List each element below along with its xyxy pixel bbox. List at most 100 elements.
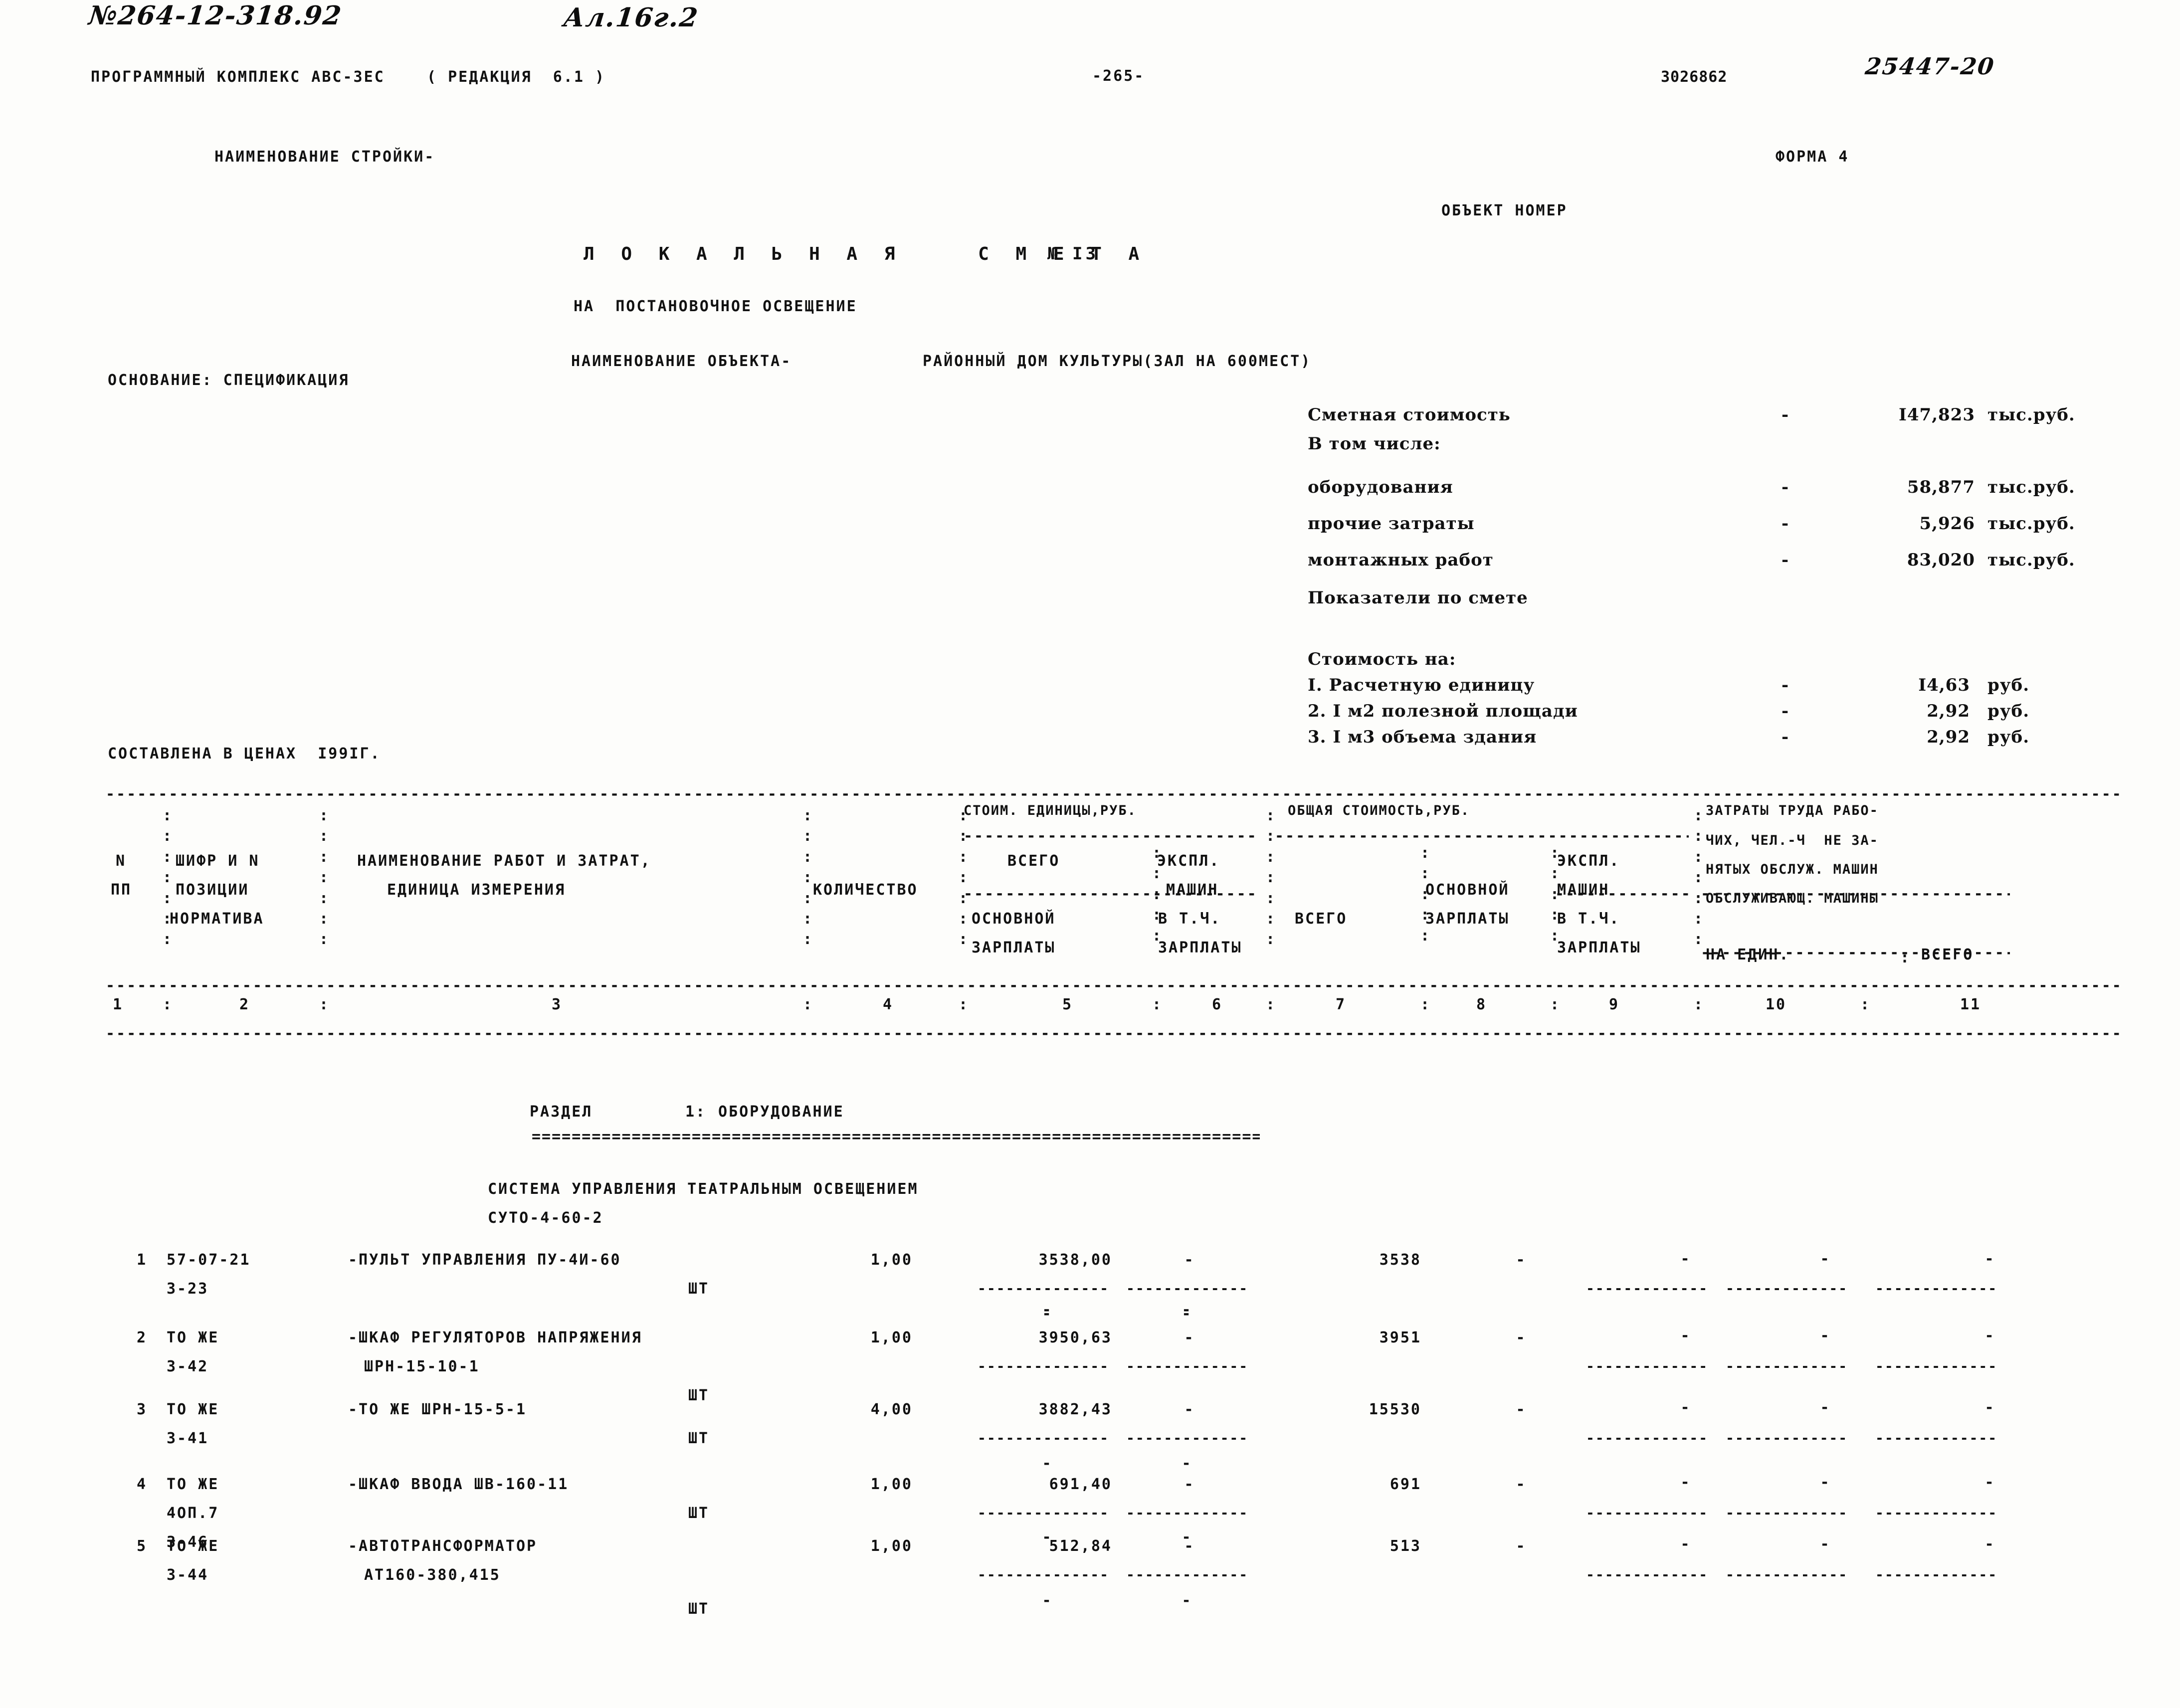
row-0-total: 3538 bbox=[1379, 1251, 1421, 1269]
summary-dash-0: - bbox=[1782, 405, 1789, 425]
summary-value-2: 58,877 bbox=[1907, 477, 1975, 497]
row-1-unit: ШТ bbox=[688, 1387, 710, 1404]
group-header-unit-cost: СТОИМ. ЕДИНИЦЫ,РУБ. bbox=[964, 803, 1137, 818]
row-4-code2: 3-44 bbox=[167, 1566, 209, 1584]
row-4-unit-cost-mach: - bbox=[1184, 1537, 1195, 1555]
header-col5-line2: ОСНОВНОЙ bbox=[972, 910, 1056, 928]
header-col9-line1: ЭКСПЛ. bbox=[1557, 852, 1620, 870]
colnum-sep-9: : bbox=[1694, 996, 1703, 1013]
row-1-dash-mach: ------------- bbox=[1126, 1358, 1249, 1374]
section-rule: ========================================… bbox=[532, 1130, 1260, 1144]
handwritten-doc-number: №264-12-318.92 bbox=[87, 0, 344, 31]
row-2-dash-lab3: ------------- bbox=[1875, 1430, 1998, 1446]
colnum-10: 10 bbox=[1766, 996, 1787, 1013]
header-col6-line3: В Т.Ч. bbox=[1158, 910, 1221, 928]
summary-unit-2: тыс.руб. bbox=[1987, 477, 2075, 497]
summary-dash-3: - bbox=[1782, 514, 1789, 534]
colnum-3: 3 bbox=[552, 996, 563, 1013]
row-4-unit: ШТ bbox=[688, 1600, 710, 1618]
header-col9-line3: В Т.Ч. bbox=[1557, 910, 1620, 928]
colnum-sep-3: : bbox=[803, 996, 812, 1013]
colnum-11: 11 bbox=[1960, 996, 1982, 1013]
row-1-dash-lab1: ------------- bbox=[1586, 1358, 1709, 1374]
row-4-dash-lab2: ------------- bbox=[1726, 1566, 1848, 1583]
colnum-8: 8 bbox=[1476, 996, 1487, 1013]
indicator-value-2: 2,92 bbox=[1927, 727, 1970, 747]
colnum-5: 5 bbox=[1062, 996, 1073, 1013]
summary-unit-0: тыс.руб. bbox=[1987, 405, 2075, 425]
row-1-total-wage: - bbox=[1516, 1329, 1527, 1346]
summary-label-3: прочие затраты bbox=[1308, 514, 1475, 534]
row-2-qty: 4,00 bbox=[870, 1401, 913, 1418]
row-0-labour-all: - bbox=[1984, 1250, 1995, 1268]
section-name: ОБОРУДОВАНИЕ bbox=[718, 1103, 844, 1121]
row-4-total-mach: - bbox=[1680, 1535, 1691, 1553]
page-number: -265- bbox=[1092, 67, 1145, 85]
row-3-dash-lab2: ------------- bbox=[1726, 1505, 1848, 1521]
header-col3-line1: НАИМЕНОВАНИЕ РАБОТ И ЗАТРАТ, bbox=[357, 852, 651, 870]
row-1-total: 3951 bbox=[1379, 1329, 1421, 1346]
indicator-dash-0: - bbox=[1782, 675, 1789, 695]
row-1-code2: 3-42 bbox=[167, 1358, 209, 1375]
row-3-labour-unit: - bbox=[1820, 1474, 1831, 1491]
colnum-6: 6 bbox=[1212, 996, 1223, 1013]
row-4-dash-mach: ------------- bbox=[1126, 1566, 1249, 1583]
row-4-dash-uc: -------------- bbox=[978, 1566, 1110, 1583]
row-3-total-wage: - bbox=[1516, 1476, 1527, 1493]
row-3-dash-mach: ------------- bbox=[1126, 1505, 1249, 1521]
colsep-2: : : : : : : : bbox=[319, 807, 329, 949]
row-4-labour-all: - bbox=[1984, 1535, 1995, 1553]
colsep-6: : : : : : : : bbox=[1266, 807, 1275, 949]
indicator-dash-2: - bbox=[1782, 727, 1789, 747]
row-2-name: -ТО ЖЕ ШРН-15-5-1 bbox=[348, 1401, 527, 1418]
row-4-labour-unit: - bbox=[1820, 1535, 1831, 1553]
section-number: 1: bbox=[685, 1103, 707, 1121]
row-2-unit-cost-mach: - bbox=[1184, 1401, 1195, 1418]
row-4-unit-cost-total: 512,84 bbox=[1049, 1537, 1112, 1555]
construction-name-label: НАИМЕНОВАНИЕ СТРОЙКИ- bbox=[214, 148, 435, 166]
handwritten-album-number: Ал.16г.2 bbox=[562, 2, 700, 33]
row-1-labour-all: - bbox=[1984, 1327, 1995, 1344]
row-4-dash-sub2: - bbox=[1182, 1592, 1192, 1609]
row-1-qty: 1,00 bbox=[870, 1329, 913, 1346]
row-1-dash-top1: - bbox=[1042, 1301, 1053, 1319]
indicator-label-0: I. Расчетную единицу bbox=[1308, 675, 1535, 695]
object-name-value: РАЙОННЫЙ ДОМ КУЛЬТУРЫ(ЗАЛ НА 600МЕСТ) bbox=[923, 353, 1312, 370]
row-0-unit: ШТ bbox=[688, 1280, 710, 1298]
indicator-dash-1: - bbox=[1782, 701, 1789, 721]
colnum-sep-2: : bbox=[319, 996, 329, 1013]
row-3-unit-cost-mach: - bbox=[1184, 1476, 1195, 1493]
row-0-dash-lab1: ------------- bbox=[1586, 1280, 1709, 1297]
summary-value-4: 83,020 bbox=[1907, 550, 1975, 570]
row-0-dash-lab2: ------------- bbox=[1726, 1280, 1848, 1297]
row-3-code2: 4ОП.7 bbox=[167, 1505, 219, 1522]
row-4-total-wage: - bbox=[1516, 1537, 1527, 1555]
row-0-total-mach: - bbox=[1680, 1250, 1691, 1268]
indicators-header: Стоимость на: bbox=[1308, 649, 1456, 669]
row-3-total-mach: - bbox=[1680, 1474, 1691, 1491]
header-col6-line4: ЗАРПЛАТЫ bbox=[1158, 939, 1242, 956]
row-2-dash-uc: -------------- bbox=[978, 1430, 1110, 1446]
row-2-labour-unit: - bbox=[1820, 1399, 1831, 1416]
page-title: Л О К А Л Ь Н А Я С М Е Т А bbox=[584, 244, 1148, 264]
printed-code: 3026862 bbox=[1661, 68, 1728, 86]
row-3-dash-lab3: ------------- bbox=[1875, 1505, 1998, 1521]
row-2-num: 3 bbox=[137, 1401, 148, 1418]
row-3-unit-cost-total: 691,40 bbox=[1049, 1476, 1112, 1493]
header-col9-line4: ЗАРПЛАТЫ bbox=[1557, 939, 1641, 956]
row-2-labour-all: - bbox=[1984, 1399, 1995, 1416]
row-0-name: -ПУЛЬТ УПРАВЛЕНИЯ ПУ-4И-60 bbox=[348, 1251, 621, 1269]
header-col11: ВСЕГО bbox=[1921, 946, 1974, 963]
summary-label-4: монтажных работ bbox=[1308, 550, 1494, 570]
row-1-dash-lab3: ------------- bbox=[1875, 1358, 1998, 1374]
row-4-num: 5 bbox=[137, 1537, 148, 1555]
summary-value-3: 5,926 bbox=[1919, 514, 1975, 534]
indicator-unit-0: руб. bbox=[1987, 675, 2030, 695]
row-1-name: -ШКАФ РЕГУЛЯТОРОВ НАПРЯЖЕНИЯ bbox=[348, 1329, 642, 1346]
indicator-value-1: 2,92 bbox=[1927, 701, 1970, 721]
section-label: РАЗДЕЛ bbox=[530, 1103, 593, 1121]
colnum-sep-6: : bbox=[1266, 996, 1275, 1013]
row-4-name2: АТ160-380,415 bbox=[364, 1566, 501, 1584]
prices-line: СОСТАВЛЕНА В ЦЕНАХ I99IГ. bbox=[108, 745, 381, 762]
row-1-total-mach: - bbox=[1680, 1327, 1691, 1344]
